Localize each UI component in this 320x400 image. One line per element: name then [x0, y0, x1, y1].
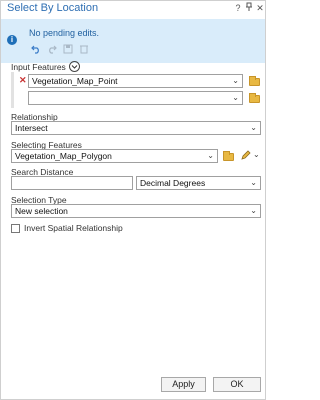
remove-row-icon[interactable]: ✕: [19, 75, 27, 86]
ok-button[interactable]: OK: [213, 377, 261, 392]
pencil-icon[interactable]: [240, 149, 252, 163]
close-icon[interactable]: ✕: [255, 2, 265, 14]
chevron-down-icon[interactable]: ⌄: [232, 75, 239, 87]
selection-type-value: New selection: [15, 206, 68, 216]
save-edits-icon[interactable]: [63, 44, 73, 54]
chevron-down-icon[interactable]: ⌄: [250, 122, 257, 134]
pending-edits-message: No pending edits.: [29, 28, 100, 38]
chevron-down-icon[interactable]: ⌄: [207, 150, 214, 162]
input-features-field-1[interactable]: Vegetation_Map_Point ⌄: [28, 74, 243, 88]
help-button[interactable]: ?: [233, 2, 243, 14]
redo-icon[interactable]: [47, 44, 57, 54]
select-by-location-pane: Select By Location ? ✕ i No pending edit…: [0, 0, 266, 400]
browse-folder-icon[interactable]: [249, 93, 260, 103]
input-features-group-bar: [11, 72, 14, 108]
browse-folder-icon[interactable]: [249, 76, 260, 86]
search-distance-input[interactable]: [11, 176, 133, 190]
chevron-down-icon[interactable]: ⌄: [232, 92, 239, 104]
browse-folder-icon[interactable]: [223, 151, 234, 161]
distance-unit-value: Decimal Degrees: [140, 178, 206, 188]
selecting-features-value: Vegetation_Map_Polygon: [15, 151, 112, 161]
chevron-down-icon[interactable]: ⌄: [253, 150, 260, 159]
info-icon: i: [7, 35, 17, 45]
undo-icon[interactable]: [31, 44, 41, 54]
chevron-down-icon[interactable]: ⌄: [250, 205, 257, 217]
discard-edits-icon[interactable]: [79, 44, 89, 54]
invert-spatial-relationship-checkbox[interactable]: [11, 224, 20, 233]
chevron-down-icon[interactable]: ⌄: [250, 177, 257, 189]
input-features-label: Input Features: [11, 62, 66, 72]
relationship-select[interactable]: Intersect ⌄: [11, 121, 261, 135]
selection-type-select[interactable]: New selection ⌄: [11, 204, 261, 218]
distance-unit-select[interactable]: Decimal Degrees ⌄: [136, 176, 261, 190]
invert-spatial-relationship-label: Invert Spatial Relationship: [24, 223, 123, 233]
input-features-value-1: Vegetation_Map_Point: [32, 76, 118, 86]
chevron-down-icon[interactable]: [69, 61, 80, 72]
title-bar: Select By Location ? ✕: [1, 1, 265, 17]
pane-title: Select By Location: [7, 2, 99, 14]
input-features-field-2[interactable]: ⌄: [28, 91, 243, 105]
apply-button[interactable]: Apply: [161, 377, 206, 392]
edit-status-bar: i No pending edits.: [1, 19, 265, 63]
relationship-value: Intersect: [15, 123, 48, 133]
selecting-features-select[interactable]: Vegetation_Map_Polygon ⌄: [11, 149, 218, 163]
pin-icon[interactable]: [244, 2, 254, 14]
pin-icon-graphic: [246, 2, 252, 11]
